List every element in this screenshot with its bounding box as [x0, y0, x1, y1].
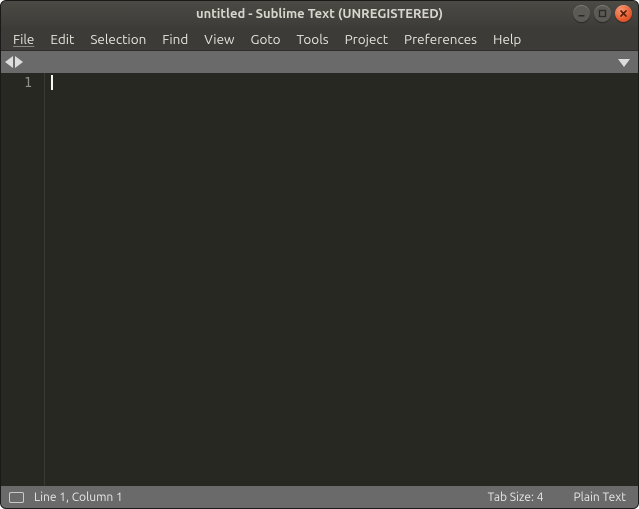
nav-forward-icon[interactable] [15, 56, 23, 68]
editor: 1 [1, 73, 638, 486]
nav-arrows [5, 56, 23, 68]
menu-preferences[interactable]: Preferences [396, 29, 485, 49]
status-syntax[interactable]: Plain Text [573, 491, 626, 504]
window-controls [573, 5, 632, 22]
status-position[interactable]: Line 1, Column 1 [34, 491, 123, 504]
menu-edit[interactable]: Edit [42, 29, 82, 49]
menu-project[interactable]: Project [337, 29, 396, 49]
menu-tools[interactable]: Tools [289, 29, 337, 49]
code-area[interactable] [45, 73, 638, 486]
menu-file[interactable]: File [5, 29, 42, 49]
status-right: Tab Size: 4 Plain Text [488, 491, 626, 504]
close-icon [619, 9, 628, 18]
maximize-button[interactable] [594, 5, 611, 22]
menu-help[interactable]: Help [485, 29, 529, 49]
close-button[interactable] [615, 5, 632, 22]
tab-dropdown-button[interactable] [618, 53, 630, 71]
statusbar: Line 1, Column 1 Tab Size: 4 Plain Text [1, 486, 638, 508]
menu-view[interactable]: View [196, 29, 242, 49]
maximize-icon [598, 9, 607, 18]
nav-back-icon[interactable] [5, 56, 13, 68]
app-window: untitled - Sublime Text (UNREGISTERED) F… [0, 0, 639, 509]
minimize-button[interactable] [573, 5, 590, 22]
chevron-down-icon [618, 59, 630, 67]
menu-find[interactable]: Find [154, 29, 196, 49]
menubar: File Edit Selection Find View Goto Tools… [1, 27, 638, 51]
status-tab-size[interactable]: Tab Size: 4 [488, 491, 544, 504]
minimize-icon [577, 9, 586, 18]
line-number: 1 [1, 75, 44, 92]
tabbar [1, 51, 638, 73]
titlebar: untitled - Sublime Text (UNREGISTERED) [1, 1, 638, 27]
gutter: 1 [1, 73, 45, 486]
text-caret [51, 75, 53, 90]
window-title: untitled - Sublime Text (UNREGISTERED) [196, 7, 443, 21]
menu-goto[interactable]: Goto [243, 29, 289, 49]
panel-switcher-icon[interactable] [9, 492, 24, 503]
menu-selection[interactable]: Selection [82, 29, 154, 49]
